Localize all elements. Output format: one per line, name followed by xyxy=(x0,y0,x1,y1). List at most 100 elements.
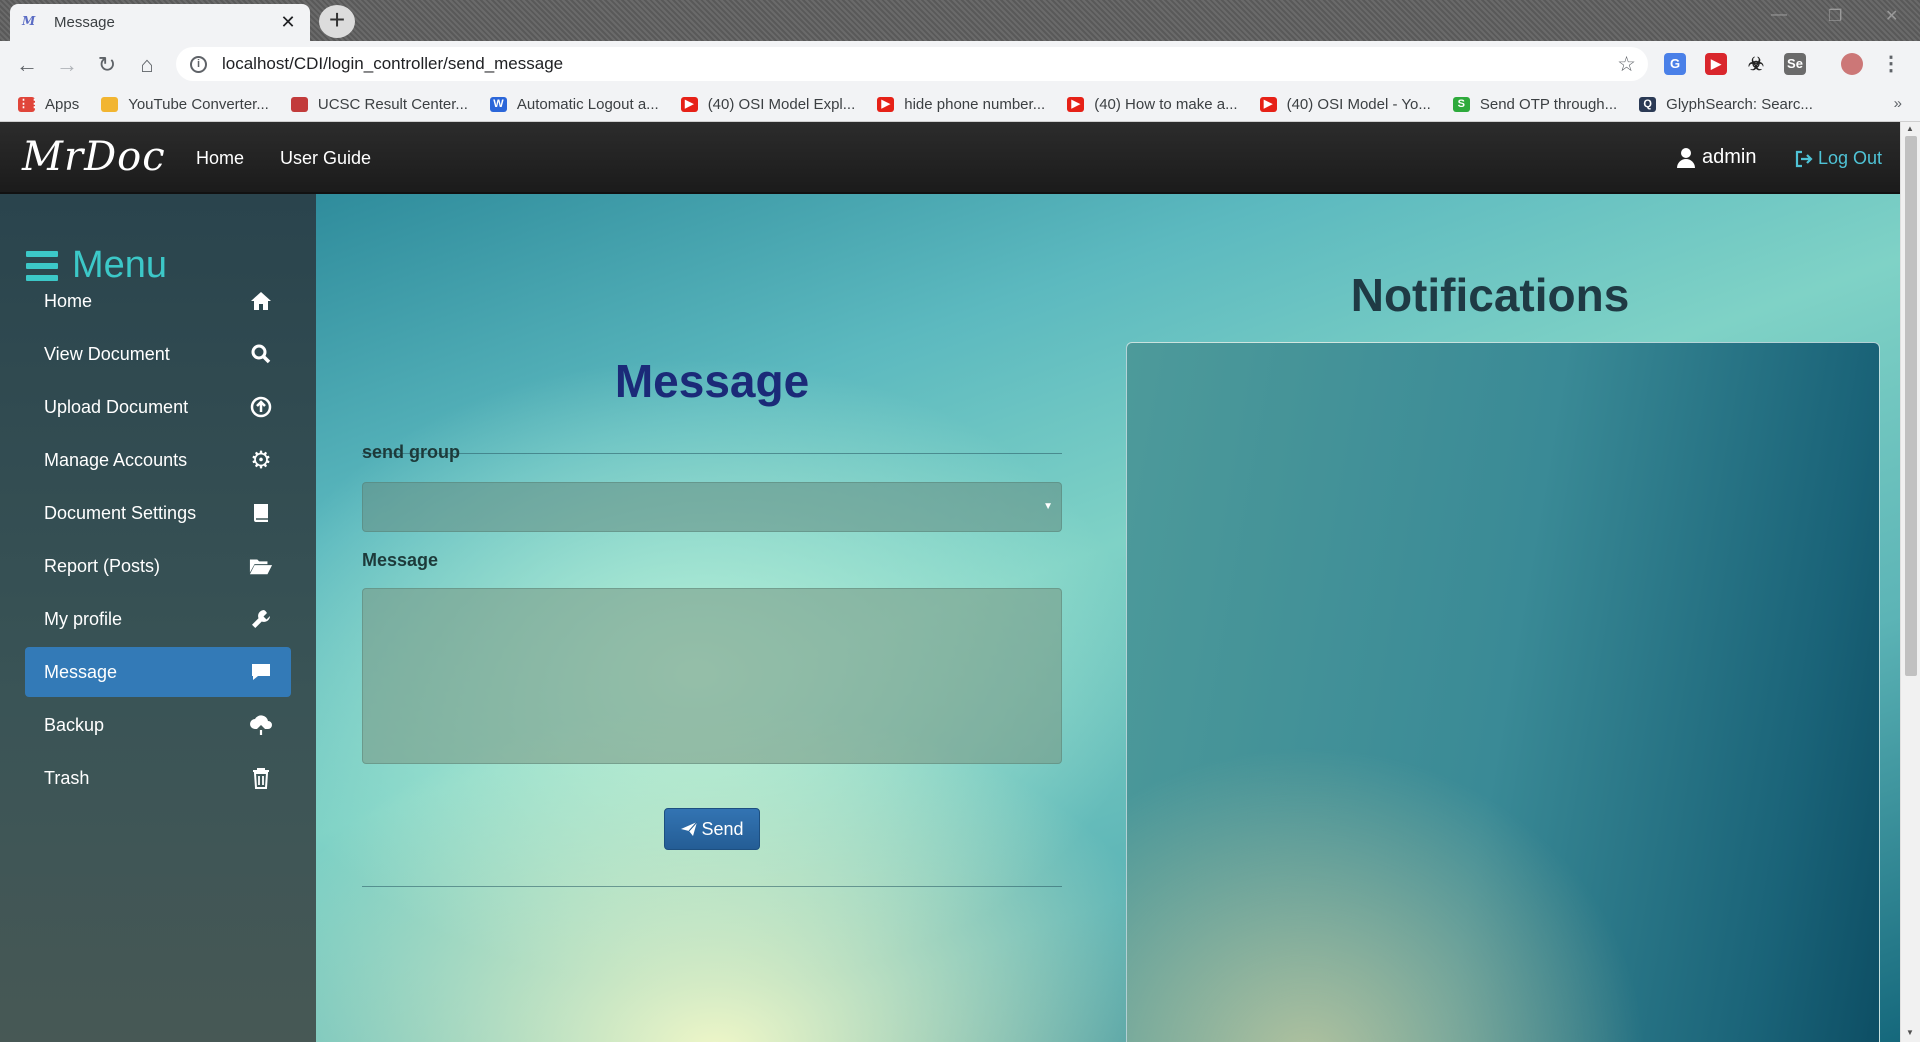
message-form-title: Message xyxy=(614,355,810,407)
youtube-converter-icon xyxy=(101,97,119,112)
sidebar-item-document-settings[interactable]: Document Settings xyxy=(25,488,291,538)
send-group-label: send group xyxy=(362,442,460,462)
selenium-extension-icon[interactable]: Se xyxy=(1784,53,1806,75)
address-bar[interactable]: i localhost/CDI/login_controller/send_me… xyxy=(176,47,1648,81)
comment-icon xyxy=(249,660,273,684)
divider xyxy=(362,886,1062,887)
sidebar-item-label: Report (Posts) xyxy=(44,555,161,576)
sidebar-item-message[interactable]: Message xyxy=(25,647,291,697)
send-group-select[interactable]: ▼ xyxy=(362,482,1062,532)
bookmark-item[interactable]: YouTube Converter... xyxy=(101,96,269,113)
page-scrollbar[interactable]: ▲ ▼ xyxy=(1900,122,1920,1042)
bookmark-item[interactable]: ▶ (40) OSI Model Expl... xyxy=(680,96,856,113)
biohazard-extension-icon[interactable]: ☣ xyxy=(1745,53,1767,75)
sidebar-item-label: Backup xyxy=(44,714,105,735)
top-navbar: MrDoc Home User Guide admin Log Out xyxy=(0,122,1900,194)
restore-icon[interactable]: ❐ xyxy=(1828,6,1842,26)
bookmark-item[interactable]: ▶ (40) How to make a... xyxy=(1067,96,1238,113)
send-button[interactable]: Send xyxy=(664,808,760,850)
logout-icon xyxy=(1795,150,1813,167)
home-icon xyxy=(249,289,273,313)
youtube-icon: ▶ xyxy=(680,97,698,112)
glyphsearch-icon: Q xyxy=(1639,97,1657,112)
book-icon xyxy=(249,501,273,525)
bookmarks-overflow-icon[interactable]: » xyxy=(1894,95,1902,112)
reload-icon[interactable]: ↻ xyxy=(93,51,121,79)
bookmark-label: Automatic Logout a... xyxy=(516,96,659,113)
folder-open-icon xyxy=(249,554,273,578)
trash-icon xyxy=(249,766,273,790)
sidebar-item-label: Manage Accounts xyxy=(44,449,188,470)
word-w-icon: W xyxy=(489,97,507,112)
site-info-icon[interactable]: i xyxy=(190,55,207,73)
tab-title: Message xyxy=(54,14,115,31)
sidebar-item-label: Upload Document xyxy=(44,396,189,417)
home-page-icon[interactable]: ⌂ xyxy=(133,51,161,79)
bookmark-label: GlyphSearch: Searc... xyxy=(1666,96,1813,113)
cloud-upload-icon xyxy=(249,713,273,737)
bookmark-item[interactable]: ▶ hide phone number... xyxy=(877,96,1045,113)
apps-grid-icon: ⋮⋮ xyxy=(18,97,40,112)
gear-icon: ⚙ xyxy=(250,446,272,474)
sidebar-item-label: Home xyxy=(44,290,93,311)
bookmark-item[interactable]: W Automatic Logout a... xyxy=(489,96,659,113)
forward-arrow-icon[interactable]: → xyxy=(53,51,81,79)
bookmark-item[interactable]: S Send OTP through... xyxy=(1452,96,1618,113)
sidebar-item-trash[interactable]: Trash xyxy=(25,753,291,803)
message-textarea[interactable] xyxy=(362,588,1062,764)
bookmark-star-icon[interactable]: ☆ xyxy=(1617,52,1636,77)
profile-avatar[interactable] xyxy=(1841,53,1863,75)
bookmark-label: hide phone number... xyxy=(904,96,1046,113)
bookmark-item[interactable]: ⋮⋮ Apps xyxy=(18,96,79,113)
sidebar-item-label: View Document xyxy=(44,343,170,364)
translate-extension-icon[interactable]: G xyxy=(1664,53,1686,75)
minimize-icon[interactable]: — xyxy=(1771,6,1787,24)
nav-user-guide-link[interactable]: User Guide xyxy=(280,148,371,169)
url-text[interactable]: localhost/CDI/login_controller/send_mess… xyxy=(222,54,1617,74)
divider xyxy=(362,453,1062,454)
sidebar-item-backup[interactable]: Backup xyxy=(25,700,291,750)
web-page: MrDoc Home User Guide admin Log Out Menu… xyxy=(0,122,1920,1042)
brand-logo[interactable]: MrDoc xyxy=(22,134,166,180)
bookmark-item[interactable]: UCSC Result Center... xyxy=(290,96,468,113)
youtube-icon: ▶ xyxy=(1067,97,1085,112)
sidebar-item-my-profile[interactable]: My profile xyxy=(25,594,291,644)
user-icon xyxy=(1676,147,1696,168)
bookmark-label: YouTube Converter... xyxy=(128,96,269,113)
message-label: Message xyxy=(362,550,439,570)
bookmark-label: UCSC Result Center... xyxy=(317,96,468,113)
back-arrow-icon[interactable]: ← xyxy=(13,51,41,79)
sidebar: Menu Home View Document Upload Document … xyxy=(0,194,316,1042)
bookmark-label: Send OTP through... xyxy=(1479,96,1618,113)
video-extension-icon[interactable]: ▶ xyxy=(1705,53,1727,75)
sidebar-item-label: My profile xyxy=(44,608,123,629)
scrollbar-thumb[interactable] xyxy=(1905,136,1917,676)
bookmark-label: Apps xyxy=(45,96,80,113)
browser-tab[interactable]: M Message ✕ xyxy=(10,4,310,41)
scroll-up-icon[interactable]: ▲ xyxy=(1906,124,1914,133)
tab-close-icon[interactable]: ✕ xyxy=(278,12,298,33)
logout-label: Log Out xyxy=(1818,148,1883,168)
bookmark-item[interactable]: Q GlyphSearch: Searc... xyxy=(1639,96,1813,113)
sidebar-item-label: Trash xyxy=(44,767,90,788)
browser-tabstrip: M Message ✕ + — ❐ ✕ xyxy=(0,0,1920,41)
nav-home-link[interactable]: Home xyxy=(196,148,244,169)
bookmark-label: (40) OSI Model Expl... xyxy=(707,96,856,113)
sidebar-item-label: Document Settings xyxy=(44,502,197,523)
ucsc-icon xyxy=(290,97,308,112)
logout-link[interactable]: Log Out xyxy=(1794,148,1882,169)
browser-menu-icon[interactable]: ⋮ xyxy=(1880,53,1902,75)
sidebar-item-upload-document[interactable]: Upload Document xyxy=(25,382,291,432)
sidebar-item-report-posts[interactable]: Report (Posts) xyxy=(25,541,291,591)
sidebar-item-view-document[interactable]: View Document xyxy=(25,329,291,379)
bookmark-item[interactable]: ▶ (40) OSI Model - Yo... xyxy=(1259,96,1431,113)
close-window-icon[interactable]: ✕ xyxy=(1885,6,1898,26)
user-menu[interactable]: admin xyxy=(1676,146,1756,169)
sidebar-item-manage-accounts[interactable]: Manage Accounts ⚙ xyxy=(25,435,291,485)
sidebar-item-home[interactable]: Home xyxy=(25,276,291,326)
bookmarks-bar: ⋮⋮ Apps YouTube Converter... UCSC Result… xyxy=(0,88,1920,122)
wrench-icon xyxy=(249,607,273,631)
new-tab-button[interactable]: + xyxy=(319,5,355,38)
scroll-down-icon[interactable]: ▼ xyxy=(1906,1028,1914,1037)
upload-circle-icon xyxy=(249,395,273,419)
